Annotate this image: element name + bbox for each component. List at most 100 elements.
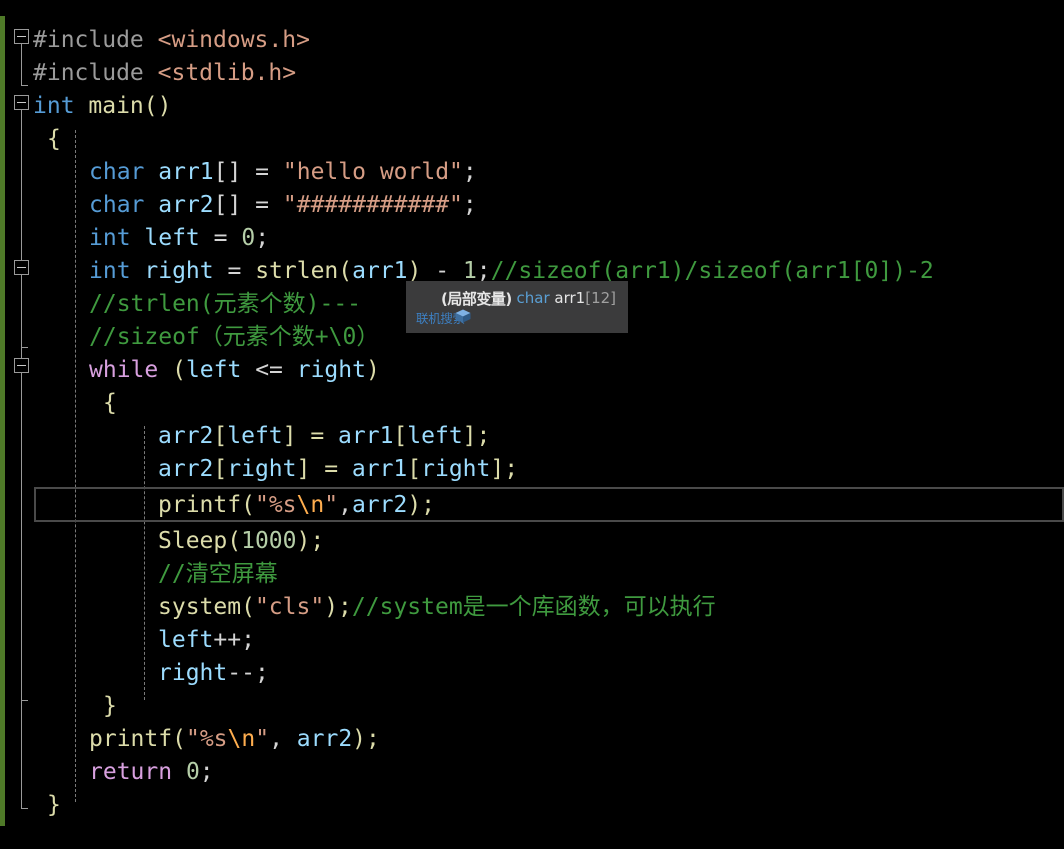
- token-keyword-control: return: [89, 759, 186, 785]
- token-bracket: ] =: [296, 456, 352, 482]
- token-escape-sequence: \n: [296, 492, 325, 518]
- code-line[interactable]: system("cls");//system是一个库函数，可以执行: [158, 591, 716, 624]
- token-bracket: [: [213, 423, 228, 449]
- token-identifier: left: [185, 357, 242, 383]
- token-format-spec: %s: [268, 492, 297, 518]
- token-include-file: <stdlib.h>: [157, 60, 297, 86]
- token-number: 0: [185, 759, 200, 785]
- token-operator: <=: [241, 357, 297, 383]
- token-operator: --;: [227, 660, 269, 686]
- token-identifier: right: [227, 456, 297, 482]
- token-comment: //sizeof（元素个数+\0）: [89, 324, 380, 350]
- code-line[interactable]: arr2[right] = arr1[right];: [158, 453, 518, 486]
- token-identifier: arr1: [158, 159, 214, 185]
- code-line[interactable]: printf("%s\n", arr2);: [89, 723, 380, 756]
- token-operator: =: [199, 225, 242, 251]
- token-paren: (: [172, 726, 186, 752]
- token-comment: //system是一个库函数，可以执行: [351, 594, 716, 620]
- token-semicolon: ;: [462, 159, 477, 185]
- token-identifier: arr1: [352, 258, 408, 284]
- code-line[interactable]: right--;: [158, 657, 269, 690]
- token-identifier: arr2: [296, 726, 353, 752]
- code-line[interactable]: }: [47, 789, 61, 822]
- token-identifier: right: [144, 258, 214, 284]
- token-bracket: [: [407, 456, 422, 482]
- quick-info-kind: (局部变量): [441, 289, 512, 308]
- token-paren: );: [352, 726, 380, 752]
- quick-info-tooltip: (局部变量) char arr1 [12] 联机搜索: [406, 281, 628, 333]
- token-function: strlen: [255, 258, 339, 284]
- token-paren: );: [296, 528, 325, 554]
- token-paren: (: [241, 594, 255, 620]
- token-bracket: ];: [462, 423, 491, 449]
- token-identifier: right: [421, 456, 491, 482]
- token-string: "hello world": [282, 159, 463, 185]
- code-line[interactable]: char arr2[] = "###########";: [89, 189, 477, 222]
- token-paren: (): [143, 93, 172, 119]
- code-line[interactable]: int left = 0;: [89, 222, 269, 255]
- token-identifier: left: [227, 423, 283, 449]
- token-operator: [] =: [213, 159, 283, 185]
- token-paren: );: [324, 594, 352, 620]
- token-identifier: left: [407, 423, 463, 449]
- token-comma: ,: [269, 726, 297, 752]
- code-line-highlighted[interactable]: printf("%s\n",arr2);: [158, 489, 435, 522]
- token-brace: {: [47, 126, 61, 152]
- code-line[interactable]: return 0;: [89, 756, 214, 789]
- token-paren: );: [407, 492, 436, 518]
- token-identifier: right: [296, 357, 366, 383]
- token-comment: //strlen(元素个数)---: [89, 291, 362, 317]
- code-line[interactable]: left++;: [158, 624, 255, 657]
- token-identifier: arr2: [351, 492, 408, 518]
- token-identifier: arr2: [158, 456, 214, 482]
- token-paren: (: [227, 528, 242, 554]
- field-box-icon: [416, 290, 471, 323]
- token-semicolon: ;: [255, 225, 270, 251]
- token-operator: =: [213, 258, 256, 284]
- token-bracket: ] =: [282, 423, 339, 449]
- token-include-file: <windows.h>: [157, 27, 310, 53]
- code-line[interactable]: int main(): [33, 90, 171, 123]
- code-line[interactable]: {: [103, 387, 117, 420]
- token-identifier: arr2: [158, 192, 214, 218]
- token-brace: {: [103, 390, 117, 416]
- token-identifier: arr2: [158, 423, 214, 449]
- token-quote: ": [254, 492, 269, 518]
- token-function: Sleep: [158, 528, 228, 554]
- code-line[interactable]: Sleep(1000);: [158, 525, 324, 558]
- code-line[interactable]: //sizeof（元素个数+\0）: [89, 321, 379, 354]
- code-editor-surface[interactable]: #include <windows.h> #include <stdlib.h>…: [0, 0, 1064, 849]
- token-format-spec: %s: [199, 726, 228, 752]
- code-line[interactable]: }: [103, 690, 117, 723]
- code-line[interactable]: //清空屏幕: [158, 558, 278, 591]
- token-preprocessor: #include: [33, 27, 158, 53]
- token-string: "cls": [254, 594, 325, 620]
- token-function: printf: [158, 492, 242, 518]
- token-paren: (: [172, 357, 186, 383]
- quick-info-signature-row: (局部变量) char arr1 [12]: [416, 288, 618, 323]
- token-keyword: char: [89, 192, 159, 218]
- token-bracket: ];: [490, 456, 519, 482]
- token-operator: [] =: [213, 192, 283, 218]
- token-function: system: [158, 594, 242, 620]
- token-bracket: [: [393, 423, 408, 449]
- code-line[interactable]: {: [47, 123, 61, 156]
- token-operator: ++;: [213, 627, 255, 653]
- token-preprocessor: #include: [33, 60, 158, 86]
- token-identifier: left: [144, 225, 200, 251]
- token-string: "###########": [282, 192, 463, 218]
- token-function: printf: [89, 726, 173, 752]
- code-line[interactable]: //strlen(元素个数)---: [89, 288, 361, 321]
- code-line[interactable]: while (left <= right): [89, 354, 380, 387]
- code-lines-container[interactable]: #include <windows.h> #include <stdlib.h>…: [0, 0, 1064, 849]
- token-semicolon: ;: [199, 759, 214, 785]
- code-line[interactable]: #include <windows.h>: [33, 24, 310, 57]
- token-identifier: arr1: [351, 456, 408, 482]
- code-line[interactable]: #include <stdlib.h>: [33, 57, 296, 90]
- token-brace: }: [47, 792, 61, 818]
- code-line[interactable]: arr2[left] = arr1[left];: [158, 420, 490, 453]
- token-function: main: [88, 93, 144, 119]
- token-comma: ,: [338, 492, 352, 518]
- quick-info-type: char: [516, 289, 550, 307]
- code-line[interactable]: char arr1[] = "hello world";: [89, 156, 477, 189]
